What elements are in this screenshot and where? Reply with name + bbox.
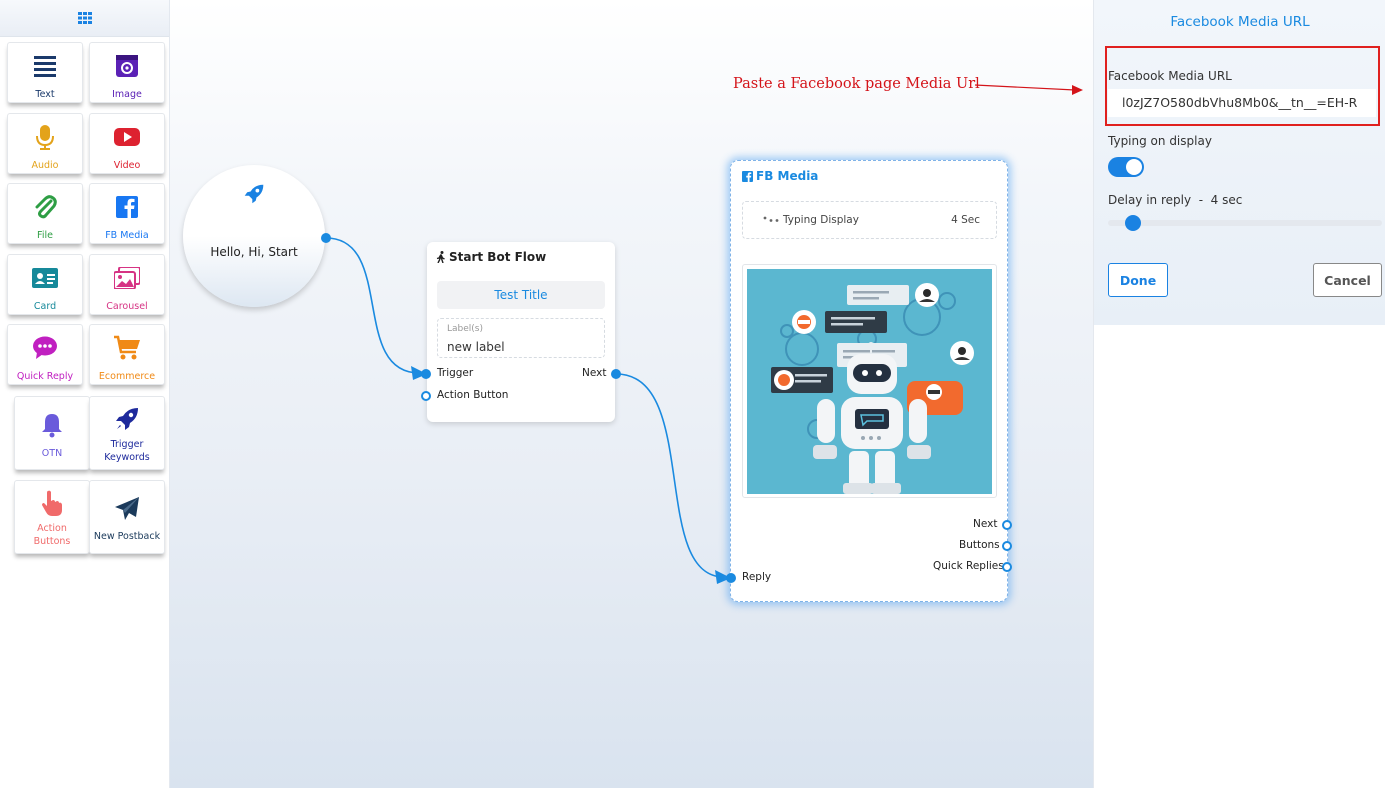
paperclip-icon [31,193,59,221]
bot-flow-title: Start Bot Flow [436,250,546,264]
fb-media-title: FB Media [742,169,818,183]
sidebar-item-label: OTN [41,448,63,459]
fb-quick-replies-port[interactable] [1002,562,1012,572]
sidebar-item-audio[interactable]: Audio [7,113,83,174]
images-icon [113,264,141,292]
sidebar-item-label: Audio [31,160,59,171]
rocket-icon [113,405,141,433]
sidebar-item-label: Quick Reply [16,371,74,382]
facebook-icon [742,170,753,182]
delay-label: Delay in reply - 4 sec [1108,193,1243,207]
cancel-button[interactable]: Cancel [1313,263,1382,297]
pointer-hand-icon [38,489,66,517]
done-button[interactable]: Done [1108,263,1168,297]
trigger-input-port[interactable] [421,369,431,379]
sidebar-item-action-buttons[interactable]: Action Buttons [14,480,90,554]
sidebar-item-label: Card [33,301,57,312]
chat-bubble-icon [31,334,59,362]
sidebar-item-otn[interactable]: OTN [14,396,90,470]
sidebar-item-label: Trigger Keywords [104,439,150,463]
start-node[interactable]: Hello, Hi, Start [183,165,325,307]
sidebar-item-fb-media[interactable]: FB Media [89,183,165,244]
image-icon [113,52,141,80]
delay-slider-thumb[interactable] [1125,215,1141,231]
youtube-icon [113,123,141,151]
sidebar-item-label: New Postback [93,531,161,542]
panel-title: Facebook Media URL [1170,14,1310,30]
media-preview [742,264,997,498]
action-button-port[interactable] [421,391,431,401]
cart-icon [113,334,141,362]
toggle-knob [1126,159,1142,175]
test-title-box[interactable]: Test Title [437,281,605,309]
sidebar-item-video[interactable]: Video [89,113,165,174]
paper-plane-icon [113,495,141,523]
fb-next-port[interactable] [1002,520,1012,530]
start-node-output-port[interactable] [321,233,331,243]
sidebar-item-text[interactable]: Text [7,42,83,103]
fb-reply-label: Reply [742,571,772,583]
typing-display-value: 4 Sec [951,214,980,226]
trigger-label: Trigger [437,367,474,379]
sidebar-item-label: Video [113,160,141,171]
labels-box[interactable]: Label(s) new label [437,318,605,358]
rocket-icon [243,183,265,209]
next-output-port[interactable] [611,369,621,379]
sidebar-item-quick-reply[interactable]: Quick Reply [7,324,83,385]
sidebar-item-image[interactable]: Image [89,42,165,103]
sidebar-item-label: FB Media [105,230,149,241]
fb-media-node[interactable]: FB Media Typing Display 4 Sec [730,160,1008,602]
sidebar-item-label: Text [35,89,55,100]
sidebar-item-label: Carousel [106,301,148,312]
sidebar-item-card[interactable]: Card [7,254,83,315]
fb-media-title-text: FB Media [756,169,819,183]
fb-quick-replies-label: Quick Replies [933,560,1004,572]
sidebar-item-carousel[interactable]: Carousel [89,254,165,315]
typing-display-label: Typing Display [783,214,859,226]
sidebar-item-label: File [37,230,53,241]
bell-icon [38,411,66,439]
start-node-text: Hello, Hi, Start [210,245,298,259]
action-button-label: Action Button [437,389,509,401]
typing-toggle-label: Typing on display [1108,134,1212,148]
bot-flow-title-text: Start Bot Flow [449,250,547,264]
sidebar-item-trigger-keywords[interactable]: Trigger Keywords [89,396,165,470]
id-card-icon [31,264,59,292]
typing-display-box[interactable]: Typing Display 4 Sec [742,201,997,239]
sidebar-item-label: Action Buttons [33,523,71,547]
sidebar-item-file[interactable]: File [7,183,83,244]
fb-reply-input-port[interactable] [726,573,736,583]
microphone-icon [31,123,59,151]
facebook-icon [113,193,141,221]
typing-dots-icon [763,216,779,222]
grid-icon[interactable] [77,12,92,24]
sidebar: Text Image Audio Video File FB Media Car… [0,0,170,788]
text-lines-icon [31,52,59,80]
walking-person-icon [436,251,445,263]
next-label: Next [582,367,607,379]
fb-buttons-label: Buttons [959,539,1000,551]
robot-illustration [747,269,992,494]
sidebar-item-label: Ecommerce [98,371,156,382]
fb-next-label: Next [973,518,998,530]
labels-caption: Label(s) [447,324,483,334]
fb-buttons-port[interactable] [1002,541,1012,551]
sidebar-header [0,0,169,37]
highlight-box [1105,46,1380,126]
labels-value: new label [447,340,505,354]
delay-slider-track[interactable] [1108,220,1382,226]
sidebar-item-ecommerce[interactable]: Ecommerce [89,324,165,385]
annotation-text: Paste a Facebook page Media Url [733,76,980,92]
sidebar-item-new-postback[interactable]: New Postback [89,480,165,554]
sidebar-item-label: Image [112,89,142,100]
typing-toggle[interactable] [1108,157,1144,177]
